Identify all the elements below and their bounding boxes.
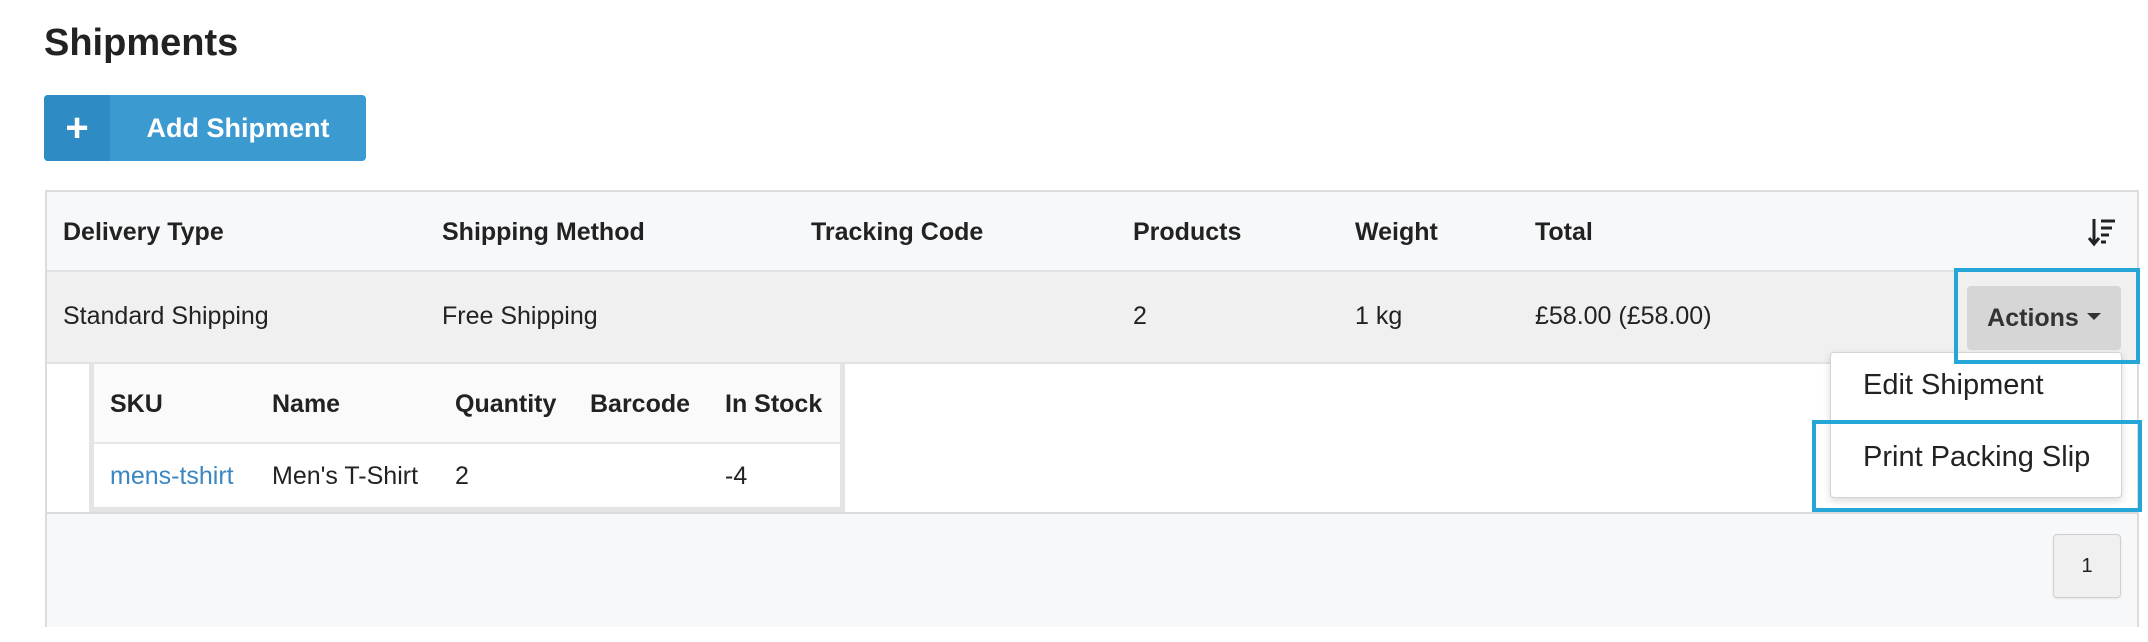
add-shipment-button[interactable]: + Add Shipment bbox=[44, 95, 366, 161]
sort-descending-icon[interactable] bbox=[2087, 216, 2117, 248]
table-header: Delivery Type Shipping Method Tracking C… bbox=[47, 192, 2137, 272]
actions-label: Actions bbox=[1987, 303, 2079, 332]
menu-item-edit-shipment[interactable]: Edit Shipment bbox=[1831, 369, 2121, 402]
products-table: SKU Name Quantity Barcode In Stock mens-… bbox=[89, 364, 845, 512]
column-header-in-stock: In Stock bbox=[725, 390, 823, 418]
column-header-products[interactable]: Products bbox=[1133, 218, 1241, 247]
column-header-weight[interactable]: Weight bbox=[1355, 218, 1438, 247]
actions-dropdown-button[interactable]: Actions bbox=[1967, 286, 2121, 350]
delivery-type-cell: Standard Shipping bbox=[63, 302, 269, 330]
table-row: Standard Shipping Free Shipping 2 1 kg £… bbox=[47, 272, 2137, 364]
caret-down-icon bbox=[2086, 312, 2101, 320]
column-header-delivery-type[interactable]: Delivery Type bbox=[63, 218, 224, 247]
actions-dropdown-menu: Edit Shipment Print Packing Slip bbox=[1830, 352, 2122, 498]
column-header-name: Name bbox=[272, 390, 341, 418]
column-header-sku: SKU bbox=[110, 390, 163, 418]
column-header-quantity: Quantity bbox=[455, 390, 557, 418]
products-cell: 2 bbox=[1133, 302, 1147, 330]
in-stock-cell: -4 bbox=[725, 462, 748, 490]
total-cell: £58.00 (£58.00) bbox=[1535, 302, 1712, 330]
column-header-barcode: Barcode bbox=[590, 390, 691, 418]
shipments-panel: Delivery Type Shipping Method Tracking C… bbox=[45, 190, 2139, 627]
menu-item-print-packing-slip[interactable]: Print Packing Slip bbox=[1831, 441, 2121, 474]
page-title: Shipments bbox=[44, 22, 239, 64]
plus-icon: + bbox=[44, 95, 110, 161]
pagination-page-button[interactable]: 1 bbox=[2053, 534, 2121, 598]
table-footer: 1 bbox=[47, 524, 2137, 627]
sku-link[interactable]: mens-tshirt bbox=[110, 462, 234, 491]
weight-cell: 1 kg bbox=[1355, 302, 1403, 330]
column-header-shipping-method[interactable]: Shipping Method bbox=[442, 218, 645, 247]
column-header-tracking-code[interactable]: Tracking Code bbox=[811, 218, 983, 247]
quantity-cell: 2 bbox=[455, 462, 469, 490]
column-header-total[interactable]: Total bbox=[1535, 218, 1593, 247]
shipping-method-cell: Free Shipping bbox=[442, 302, 598, 330]
add-shipment-label: Add Shipment bbox=[146, 112, 330, 143]
shipment-products-row: SKU Name Quantity Barcode In Stock mens-… bbox=[47, 364, 2137, 514]
product-name-cell: Men's T-Shirt bbox=[272, 462, 419, 490]
